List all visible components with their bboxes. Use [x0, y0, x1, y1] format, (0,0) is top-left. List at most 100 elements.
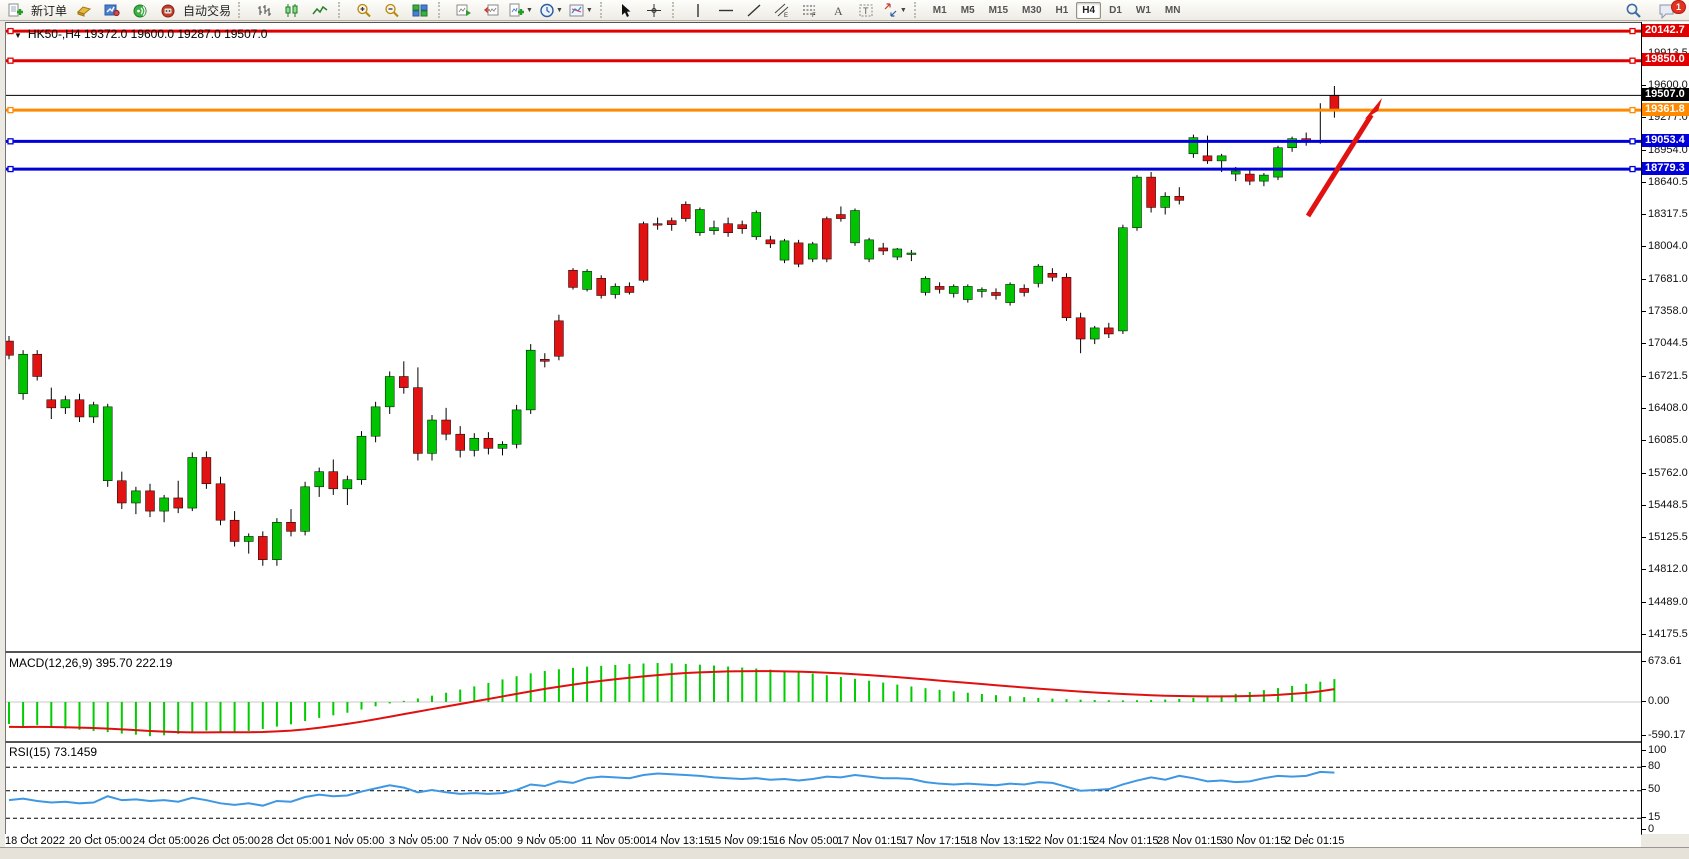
toolbar-separator: [914, 2, 923, 18]
arrows-button[interactable]: ▼: [880, 0, 910, 21]
candle-chart-icon: [284, 3, 300, 18]
broadcast-button[interactable]: [126, 0, 154, 21]
toolbar-separator: [672, 2, 681, 18]
vertical-line-icon: [690, 3, 706, 18]
cursor-button[interactable]: [612, 0, 640, 21]
price-tick-label: 15125.5: [1648, 531, 1688, 543]
zoom-out-button[interactable]: [378, 0, 406, 21]
macd-chart[interactable]: [6, 653, 1642, 741]
macd-axis-label: 0.00: [1648, 695, 1669, 707]
timeframe-d1-button[interactable]: D1: [1103, 2, 1128, 19]
horizontal-line-icon: [718, 3, 734, 18]
svg-text:A: A: [834, 4, 843, 18]
rsi-chart[interactable]: [6, 743, 1642, 834]
search-icon: [1625, 2, 1642, 19]
new-chart-button[interactable]: ▼: [506, 0, 536, 21]
date-label: 24 Nov 01:15: [1093, 835, 1158, 847]
clock-button[interactable]: ▼: [536, 0, 566, 21]
axis-tick: [1642, 311, 1646, 312]
horizontal-line-button[interactable]: [712, 0, 740, 21]
hline-18779.3[interactable]: [6, 167, 1642, 172]
notifications-button[interactable]: 1: [1653, 0, 1681, 21]
price-axis[interactable]: 19913.519600.019277.018954.018640.518317…: [1642, 22, 1689, 834]
date-label: 30 Nov 01:15: [1221, 835, 1286, 847]
cursor-icon: [618, 3, 634, 18]
date-label: 18 Nov 13:15: [965, 835, 1030, 847]
timeframe-h1-button[interactable]: H1: [1050, 2, 1075, 19]
hline-19361.8[interactable]: [6, 108, 1642, 113]
candles-layer: [6, 86, 1339, 566]
price-badge-19850.0: 19850.0: [1642, 53, 1689, 66]
tile-windows-button[interactable]: [406, 0, 434, 21]
axis-tick: [1642, 343, 1646, 344]
text-icon: A: [830, 3, 846, 18]
zoom-out-icon: [384, 3, 400, 18]
main-toolbar: 新订单自动交易▼▼▼EFAT▼M1M5M15M30H1H4D1W1MN1: [0, 0, 1689, 21]
price-chart-pane[interactable]: [5, 22, 1642, 652]
timeframe-m15-button[interactable]: M15: [983, 2, 1014, 19]
candle-chart-button[interactable]: [278, 0, 306, 21]
fibonacci-button[interactable]: F: [796, 0, 824, 21]
price-tick-label: 16408.0: [1648, 402, 1688, 414]
price-badge-18779.3: 18779.3: [1642, 162, 1689, 175]
zoom-in-button[interactable]: [350, 0, 378, 21]
label-button[interactable]: T: [852, 0, 880, 21]
axis-tick: [1642, 817, 1646, 818]
template-button[interactable]: ▼: [566, 0, 596, 21]
price-badge-19053.4: 19053.4: [1642, 134, 1689, 147]
vertical-line-button[interactable]: [684, 0, 712, 21]
chart-title: ▼ HK50-,H4 19372.0 19600.0 19287.0 19507.…: [14, 27, 267, 41]
trendline-icon: [746, 3, 762, 18]
channel-button[interactable]: E: [768, 0, 796, 21]
line-chart-button[interactable]: [306, 0, 334, 21]
date-label: 17 Nov 01:15: [837, 835, 902, 847]
channel-icon: E: [774, 3, 790, 18]
chart-dropdown-icon[interactable]: ▼: [14, 31, 22, 40]
timeframe-h4-button[interactable]: H4: [1076, 2, 1101, 19]
chevron-down-icon: ▼: [586, 7, 593, 14]
fibonacci-icon: F: [802, 3, 818, 18]
rsi-axis-label: 15: [1648, 811, 1660, 823]
hline-19850.0[interactable]: [6, 58, 1642, 63]
search-button[interactable]: [1619, 0, 1647, 21]
trendline-button[interactable]: [740, 0, 768, 21]
window-bottom-strip: [0, 847, 1689, 859]
price-tick-label: 17044.5: [1648, 337, 1688, 349]
crosshair-button[interactable]: [640, 0, 668, 21]
date-label: 14 Nov 13:15: [645, 835, 710, 847]
trend-arrow[interactable]: [1308, 98, 1382, 216]
rsi-axis-label: 80: [1648, 760, 1660, 772]
date-label: 11 Nov 05:00: [581, 835, 646, 847]
gold-bar-button[interactable]: [70, 0, 98, 21]
price-tick-label: 16085.0: [1648, 434, 1688, 446]
date-label: 28 Oct 05:00: [261, 835, 324, 847]
timeframe-mn-button[interactable]: MN: [1159, 2, 1187, 19]
user-chart-button[interactable]: [98, 0, 126, 21]
chart-title-text: HK50-,H4 19372.0 19600.0 19287.0 19507.0: [28, 27, 268, 41]
toolbar-separator: [338, 2, 347, 18]
rsi-indicator-pane[interactable]: [5, 742, 1642, 835]
new-order-button[interactable]: [2, 0, 30, 21]
bar-chart-button[interactable]: [250, 0, 278, 21]
candlestick-chart[interactable]: [6, 23, 1642, 651]
timeframe-w1-button[interactable]: W1: [1130, 2, 1157, 19]
text-button[interactable]: A: [824, 0, 852, 21]
macd-indicator-pane[interactable]: [5, 652, 1642, 742]
rsi-axis-label: 0: [1648, 823, 1654, 835]
axis-tick: [1642, 246, 1646, 247]
chart-shift-button[interactable]: [478, 0, 506, 21]
timeframe-m5-button[interactable]: M5: [955, 2, 981, 19]
timeframe-m30-button[interactable]: M30: [1016, 2, 1047, 19]
price-tick-label: 14175.5: [1648, 628, 1688, 640]
price-badge-19361.8: 19361.8: [1642, 103, 1689, 116]
axis-tick: [1642, 789, 1646, 790]
price-badge-20142.7: 20142.7: [1642, 24, 1689, 37]
date-axis[interactable]: 18 Oct 202220 Oct 05:0024 Oct 05:0026 Oc…: [5, 834, 1641, 847]
robot-button[interactable]: [154, 0, 182, 21]
gold-bar-icon: [76, 3, 92, 18]
auto-scroll-button[interactable]: [450, 0, 478, 21]
template-icon: [569, 3, 585, 18]
hline-19053.4[interactable]: [6, 139, 1642, 144]
axis-tick: [1642, 829, 1646, 830]
timeframe-m1-button[interactable]: M1: [927, 2, 953, 19]
